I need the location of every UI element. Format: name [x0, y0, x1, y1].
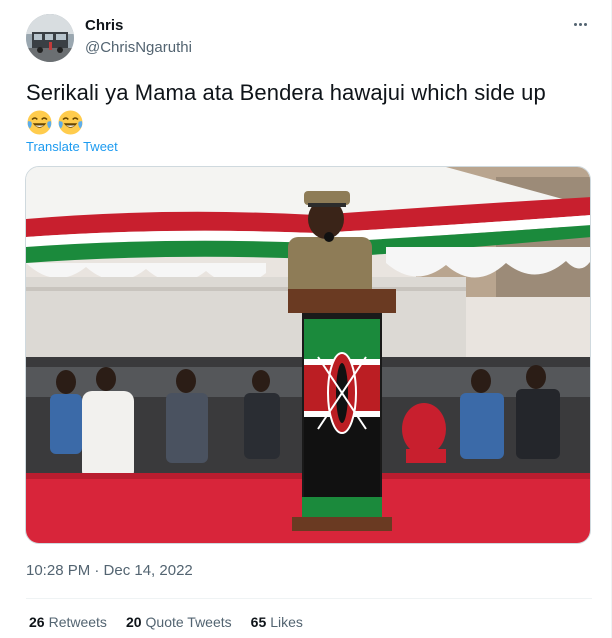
quote-tweets-count: 20 [125, 614, 142, 630]
emoji-row [26, 109, 84, 136]
quote-tweets-label: Quote Tweets [145, 614, 232, 630]
retweets-stat[interactable]: 26 Retweets [29, 614, 107, 630]
likes-stat[interactable]: 65 Likes [251, 614, 303, 630]
dot [583, 22, 587, 26]
engagement-stats: 26 Retweets 20 Quote Tweets 65 Likes [29, 614, 303, 630]
face-with-tears-of-joy-icon [58, 110, 83, 135]
photo-illustration [26, 167, 590, 543]
author-name[interactable]: Chris [85, 17, 123, 34]
retweets-label: Retweets [48, 614, 107, 630]
tweet-photo[interactable] [25, 166, 591, 544]
dot [578, 22, 582, 26]
tweet-text: Serikali ya Mama ata Bendera hawajui whi… [26, 80, 546, 105]
avatar[interactable] [26, 14, 74, 62]
tweet-card: Chris @ChrisNgaruthi Serikali ya Mama at… [0, 0, 612, 638]
author-handle[interactable]: @ChrisNgaruthi [85, 39, 192, 56]
more-options-icon[interactable] [568, 14, 592, 34]
dot [573, 22, 577, 26]
divider [26, 598, 592, 599]
likes-count: 65 [250, 614, 267, 630]
translate-tweet-link[interactable]: Translate Tweet [26, 139, 118, 154]
retweets-count: 26 [29, 614, 45, 630]
tweet-timestamp[interactable]: 10:28 PM · Dec 14, 2022 [26, 562, 193, 579]
avatar-image [26, 14, 74, 62]
face-with-tears-of-joy-icon [27, 110, 52, 135]
likes-label: Likes [270, 614, 303, 630]
quote-tweets-stat[interactable]: 20 Quote Tweets [126, 614, 232, 630]
